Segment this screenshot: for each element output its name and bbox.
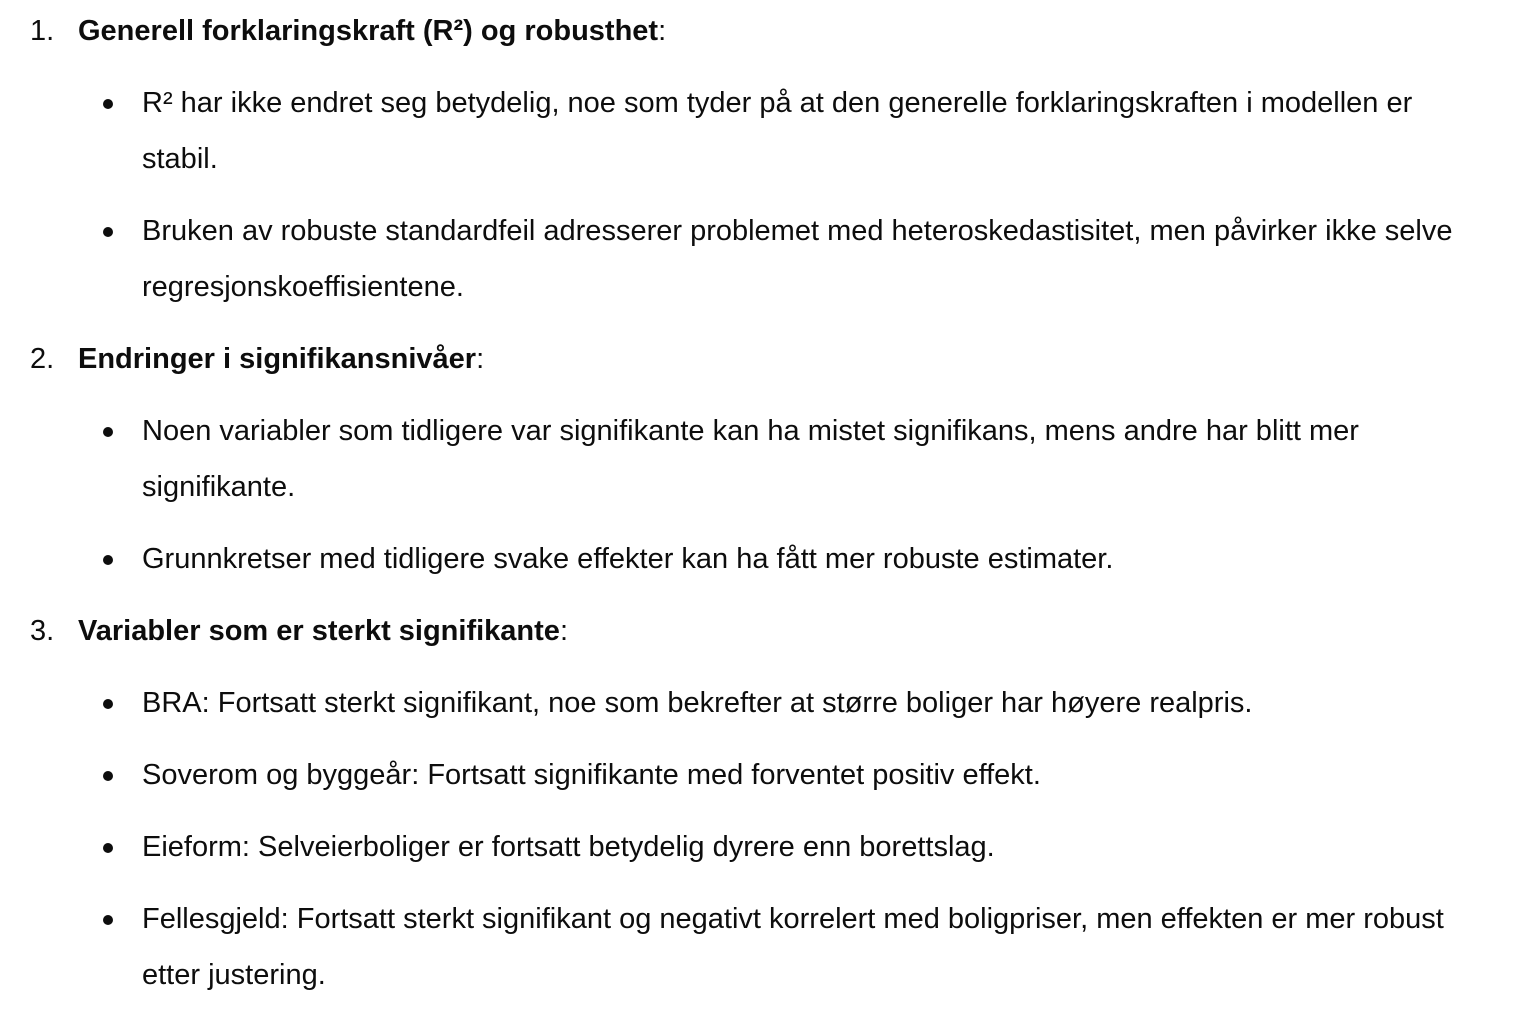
bullet-text: Soverom og byggeår: Fortsatt signifikant… bbox=[142, 759, 1041, 791]
bullet-dot-icon bbox=[103, 699, 113, 709]
section-title: Variabler som er sterkt signifikante bbox=[78, 615, 560, 647]
section-colon: : bbox=[476, 343, 485, 375]
bullet-dot-icon bbox=[103, 427, 113, 437]
bullet-dot-icon bbox=[103, 99, 113, 109]
bullet-dot-icon bbox=[103, 227, 113, 237]
section-number: 1. bbox=[30, 15, 55, 47]
section-heading: 3. Variabler som er sterkt signifikante: bbox=[30, 611, 568, 651]
section-number: 2. bbox=[30, 343, 55, 375]
bullet-text: BRA: Fortsatt sterkt signifikant, noe so… bbox=[142, 687, 1253, 719]
bullet-text: Fellesgjeld: Fortsatt sterkt signifikant… bbox=[142, 903, 1444, 991]
section-heading: 2. Endringer i signifikansnivåer: bbox=[30, 339, 484, 379]
bullet-dot-icon bbox=[103, 771, 113, 781]
bullet-text: R² har ikke endret seg betydelig, noe so… bbox=[142, 87, 1413, 175]
bullet-dot-icon bbox=[103, 843, 113, 853]
section-number: 3. bbox=[30, 615, 55, 647]
bullet-text: Noen variabler som tidligere var signifi… bbox=[142, 415, 1359, 503]
section-title: Generell forklaringskraft (R²) og robust… bbox=[78, 15, 659, 47]
bullet-text: Grunnkretser med tidligere svake effekte… bbox=[142, 543, 1114, 575]
section-colon: : bbox=[658, 15, 667, 47]
bullet-dot-icon bbox=[103, 915, 113, 925]
section-heading: 1. Generell forklaringskraft (R²) og robu… bbox=[30, 11, 666, 51]
section-colon: : bbox=[559, 615, 568, 647]
bullet-text: Eieform: Selveierboliger er fortsatt bet… bbox=[142, 831, 995, 863]
bullet-dot-icon bbox=[103, 555, 113, 565]
section-title: Endringer i signifikansnivåer bbox=[78, 343, 477, 375]
document-body: 1. Generell forklaringskraft (R²) og robu… bbox=[0, 0, 1514, 1012]
bullet-text: Bruken av robuste standardfeil adressere… bbox=[142, 215, 1453, 303]
